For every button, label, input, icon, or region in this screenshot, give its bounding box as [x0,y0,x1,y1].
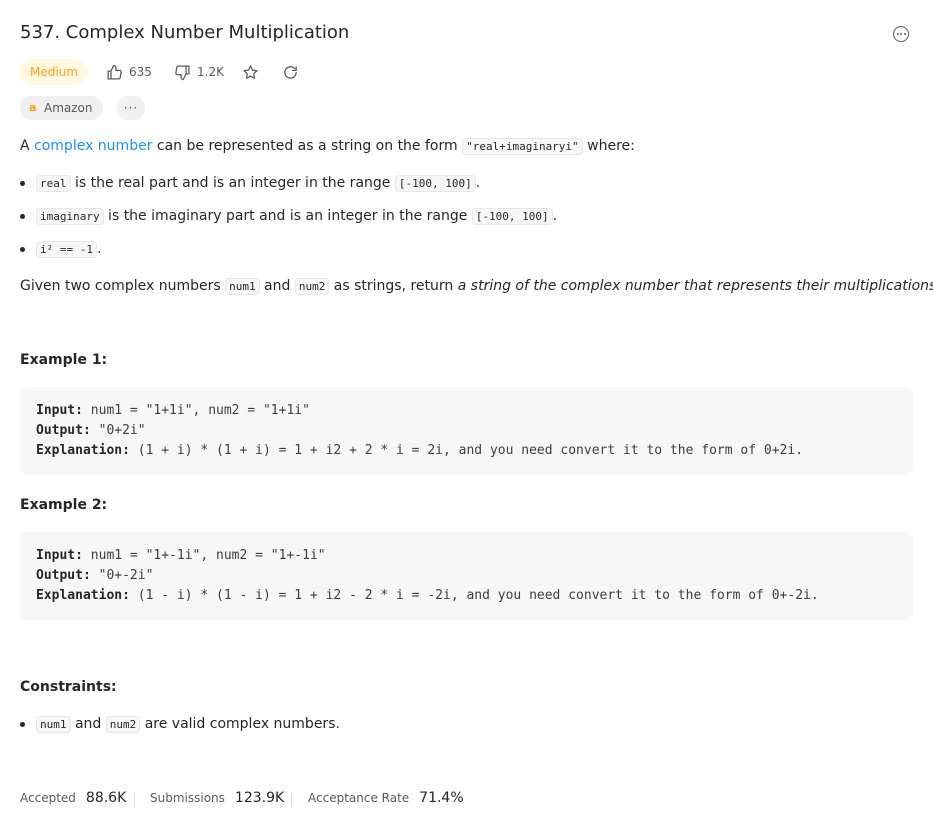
favorite-button[interactable] [242,59,259,85]
difficulty-badge[interactable]: Medium [20,59,88,85]
submissions-stat: Submissions 123.9K [150,790,285,806]
stats-divider [291,793,292,807]
given-paragraph: Given two complex numbers num1 and num2 … [20,278,933,295]
accepted-stat: Accepted 88.6K [20,790,127,806]
example-2-code: Input: num1 = "1+-1i", num2 = "1+-1i" Ou… [20,532,913,620]
dislike-button[interactable]: 1.2K [174,59,224,85]
thumbs-up-icon [107,64,122,80]
problem-title[interactable]: 537. Complex Number Multiplication [20,22,349,43]
more-options-icon[interactable] [893,26,909,42]
constraints-heading: Constraints: [20,679,117,695]
example-1-code: Input: num1 = "1+1i", num2 = "1+1i" Outp… [20,387,913,475]
example-1-heading: Example 1: [20,352,108,368]
company-tag-label: Amazon [44,101,93,115]
share-button[interactable] [282,59,299,85]
complex-number-link[interactable]: complex number [34,138,152,154]
stats-divider [134,793,135,807]
example-2-heading: Example 2: [20,497,108,513]
star-icon [243,64,258,79]
share-icon [284,65,297,79]
thumbs-down-icon [175,64,190,80]
acceptance-rate-stat: Acceptance Rate 71.4% [308,790,464,806]
dislike-count: 1.2K [197,65,224,79]
amazon-logo-icon: a [29,101,37,114]
like-count: 635 [129,65,152,79]
company-tag-amazon[interactable]: a Amazon [20,96,103,120]
form-code: "real+imaginaryi" [462,138,583,155]
title-row: 537. Complex Number Multiplication [20,20,913,50]
more-tags-button[interactable]: ··· [117,96,145,120]
intro-paragraph: A complex number can be represented as a… [20,138,635,155]
like-button[interactable]: 635 [106,59,152,85]
